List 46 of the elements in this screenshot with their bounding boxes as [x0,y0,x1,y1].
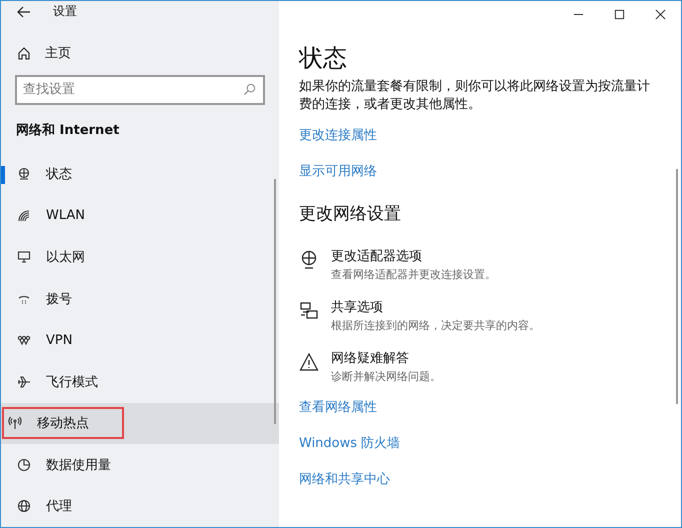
sidebar-item[interactable]: 状态 [1,154,273,195]
maximize-icon[interactable] [614,9,625,20]
option-item[interactable]: 共享选项 根据所连接到的网络，决定要共享的内容。 [299,298,540,333]
section-heading: 网络和 Internet [16,122,120,138]
option-description: 查看网络适配器并更改连接设置。 [331,267,496,282]
settings-link[interactable]: 显示可用网络 [299,162,377,180]
option-title: 共享选项 [331,299,383,316]
option-title: 更改适配器选项 [331,248,422,265]
wifi-icon [17,208,31,223]
computers-icon [299,301,319,321]
back-arrow-icon[interactable] [17,4,31,19]
window-title: 设置 [53,3,77,20]
network-status-icon [17,167,31,182]
globe-icon [17,499,31,514]
option-description: 诊断并解决网络问题。 [331,369,441,384]
settings-link[interactable]: 网络和共享中心 [299,470,390,488]
home-icon [17,46,31,60]
warning-icon [299,352,319,372]
hotspot-icon [8,416,22,430]
section-heading: 更改网络设置 [299,203,401,225]
sidebar-item[interactable]: 代理 [1,486,273,527]
sidebar-item[interactable]: 飞行模式 [1,361,273,402]
sidebar-item[interactable]: 数据使用量 [1,444,273,486]
option-item[interactable]: 网络疑难解答 诊断并解决网络问题。 [299,349,441,384]
sidebar-item[interactable]: 以太网 [1,236,273,278]
settings-link[interactable]: 更改连接属性 [299,126,377,144]
sidebar-item[interactable]: VPN [1,320,273,361]
globe-monitor-icon [299,250,319,270]
monitor-icon [17,250,31,264]
sidebar-item[interactable]: 移动热点 [1,402,279,444]
settings-link[interactable]: Windows 防火墙 [299,434,400,452]
pie-chart-icon [17,458,31,472]
settings-link[interactable]: 查看网络属性 [299,398,377,416]
airplane-icon [17,374,31,389]
vpn-icon [17,333,31,348]
search-icon [243,82,256,96]
sidebar-item[interactable]: WLAN [1,195,273,236]
search-field[interactable]: 查找设置 [15,74,265,104]
home-link[interactable]: 主页 [17,42,97,64]
sidebar-item[interactable]: 拨号 [1,278,273,320]
option-title: 网络疑难解答 [331,350,409,367]
page-title: 状态 [299,43,347,74]
description-text: 如果你的流量套餐有限制，则你可以将此网络设置为按流量计费的连接，或者更改其他属性。 [299,78,651,114]
option-item[interactable]: 更改适配器选项 查看网络适配器并更改连接设置。 [299,247,496,282]
option-description: 根据所连接到的网络，决定要共享的内容。 [331,318,540,333]
close-icon[interactable] [655,9,666,20]
